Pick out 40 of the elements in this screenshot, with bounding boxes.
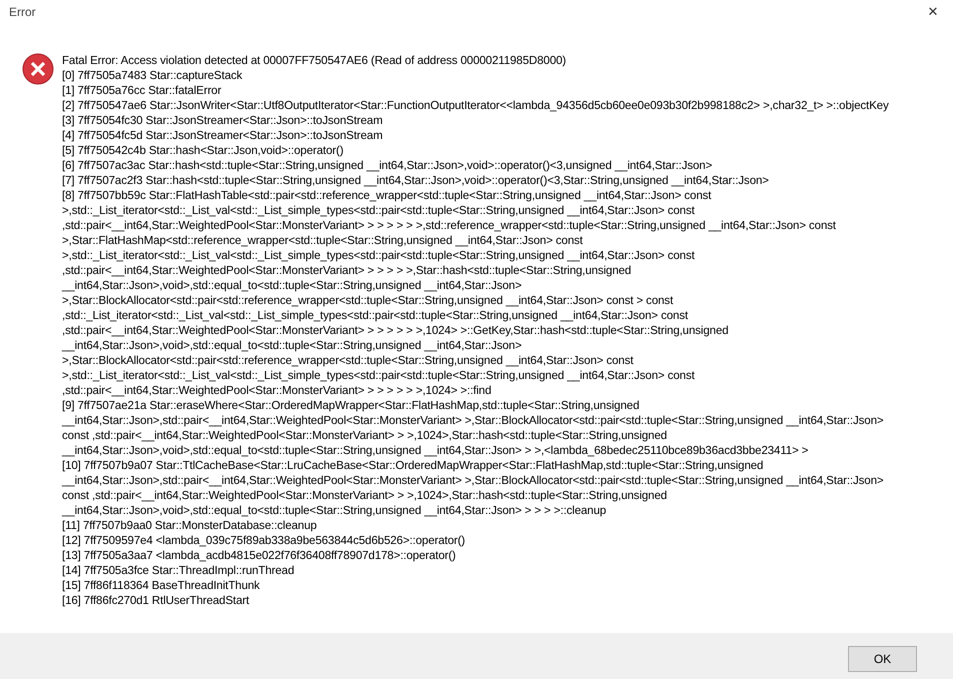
message-line: [13] 7ff7505a3aa7 <lambda_acdb4815e022f76f36408ff78907d178>::operator(): [62, 548, 457, 563]
message-line: [11] 7ff7507b9aa0 Star::MonsterDatabase::cleanup: [62, 518, 318, 533]
ok-button[interactable]: OK: [848, 646, 917, 672]
message-line: ,std::pair<__int64,Star::WeightedPool<Star::MonsterVariant> > > > > > >,std::reference_wrapper<std::tuple<Star::String,unsigned __int64,Star::Json> const: [62, 218, 837, 233]
message-line: [3] 7ff75054fc30 Star::JsonStreamer<Star::Json>::toJsonStream: [62, 113, 384, 128]
message-line: >,std::_List_iterator<std::_List_val<std::_List_simple_types<std::pair<std::tuple<Star::String,unsigned __int64,Star::Json> const: [62, 368, 696, 383]
message-line: [0] 7ff7505a7483 Star::captureStack: [62, 68, 244, 83]
message-line: >,Star::BlockAllocator<std::pair<std::reference_wrapper<std::tuple<Star::String,unsigned __int64,Star::Json> const > const: [62, 293, 674, 308]
message-line: ,std::pair<__int64,Star::WeightedPool<Star::MonsterVariant> > > > > >,Star::hash<std::tuple<Star::String,unsigned: [62, 263, 632, 278]
message-line: ,std::pair<__int64,Star::WeightedPool<Star::MonsterVariant> > > > > > >,1024> >::find: [62, 383, 492, 398]
message-line: Fatal Error: Access violation detected at 00007FF750547AE6 (Read of address 00000211985D8000): [62, 53, 568, 68]
message-line: __int64,Star::Json>,void>,std::equal_to<std::tuple<Star::String,unsigned __int64,Star::Json>: [62, 278, 523, 293]
message-line: [14] 7ff7505a3fce Star::ThreadImpl::runThread: [62, 563, 296, 578]
message-line: >,std::_List_iterator<std::_List_val<std::_List_simple_types<std::pair<std::tuple<Star::String,unsigned __int64,Star::Json> const: [62, 203, 696, 218]
message-line: ,std::_List_iterator<std::_List_val<std::_List_simple_types<std::pair<std::tuple<Star::String,unsigned __int64,Star::Json> const: [62, 308, 689, 323]
message-line: [6] 7ff7507ac3ac Star::hash<std::tuple<Star::String,unsigned __int64,Star::Json>,void>::operator()<3,unsigned __int64,Star::Json>: [62, 158, 714, 173]
message-line: ,std::pair<__int64,Star::WeightedPool<Star::MonsterVariant> > > > > > >,1024> >::GetKey,Star::hash<std::tuple<Star::String,unsigned: [62, 323, 730, 338]
message-line: >,Star::FlatHashMap<std::reference_wrapper<std::tuple<Star::String,unsigned __int64,Star::Json> const: [62, 233, 584, 248]
message-line: __int64,Star::Json>,void>,std::equal_to<std::tuple<Star::String,unsigned __int64,Star::Json> > > > >::cleanup: [62, 503, 608, 518]
message-line: [15] 7ff86f118364 BaseThreadInitThunk: [62, 578, 261, 593]
message-line: __int64,Star::Json>,std::pair<__int64,Star::WeightedPool<Star::MonsterVariant> >,Star::BlockAllocator<std::pair<std::tuple<Star::String,unsigned __int64,Star::Json>: [62, 473, 884, 488]
error-icon: [22, 53, 54, 85]
message-line: __int64,Star::Json>,void>,std::equal_to<std::tuple<Star::String,unsigned __int64,Star::Json> > >,<lambda_68bedec25110bce89b36acd3bbe23411> >: [62, 443, 810, 458]
message-line: >,Star::BlockAllocator<std::pair<std::reference_wrapper<std::tuple<Star::String,unsigned __int64,Star::Json> const: [62, 353, 634, 368]
message-line: >,std::_List_iterator<std::_List_val<std::_List_simple_types<std::pair<std::tuple<Star::String,unsigned __int64,Star::Json> const: [62, 248, 696, 263]
message-line: const ,std::pair<__int64,Star::WeightedPool<Star::MonsterVariant> > >,1024>,Star::hash<std::tuple<Star::String,unsigned: [62, 488, 668, 503]
message-line: __int64,Star::Json>,std::pair<__int64,Star::WeightedPool<Star::MonsterVariant> >,Star::BlockAllocator<std::pair<std::tuple<Star::String,unsigned __int64,Star::Json>: [62, 413, 884, 428]
message-line: __int64,Star::Json>,void>,std::equal_to<std::tuple<Star::String,unsigned __int64,Star::Json>: [62, 338, 523, 353]
message-line: [12] 7ff7509597e4 <lambda_039c75f89ab338a9be563844c5d6b526>::operator(): [62, 533, 466, 548]
message-line: [16] 7ff86fc270d1 RtlUserThreadStart: [62, 593, 250, 608]
message-line: [7] 7ff7507ac2f3 Star::hash<std::tuple<Star::String,unsigned __int64,Star::Json>,void>::operator()<3,Star::String,unsigned __int64,Star::Json>: [62, 173, 770, 188]
window-title: Error: [9, 5, 36, 19]
message-line: const ,std::pair<__int64,Star::WeightedPool<Star::MonsterVariant> > >,1024>,Star::hash<std::tuple<Star::String,unsigned: [62, 428, 668, 443]
message-line: [2] 7ff750547ae6 Star::JsonWriter<Star::Utf8OutputIterator<Star::FunctionOutputIterator<<lambda_94356d5cb60ee0e093b30f2b998188c2> >,char32_t> >::objectKey: [62, 98, 889, 113]
message-line: [9] 7ff7507ae21a Star::eraseWhere<Star::OrderedMapWrapper<Star::FlatHashMap,std::tuple<Star::String,unsigned: [62, 398, 640, 413]
message-line: [8] 7ff7507bb59c Star::FlatHashTable<std::pair<std::reference_wrapper<std::tuple<Star::String,unsigned __int64,Star::Json> const: [62, 188, 712, 203]
message-line: [1] 7ff7505a76cc Star::fatalError: [62, 83, 222, 98]
message-line: [5] 7ff750542c4b Star::hash<Star::Json,void>::operator(): [62, 143, 344, 158]
message-line: [4] 7ff75054fc5d Star::JsonStreamer<Star::Json>::toJsonStream: [62, 128, 384, 143]
message-line: [10] 7ff7507b9a07 Star::TtlCacheBase<Star::LruCacheBase<Star::OrderedMapWrapper<Star::FlatHashMap,std::tuple<Star::String,unsigned: [62, 458, 764, 473]
